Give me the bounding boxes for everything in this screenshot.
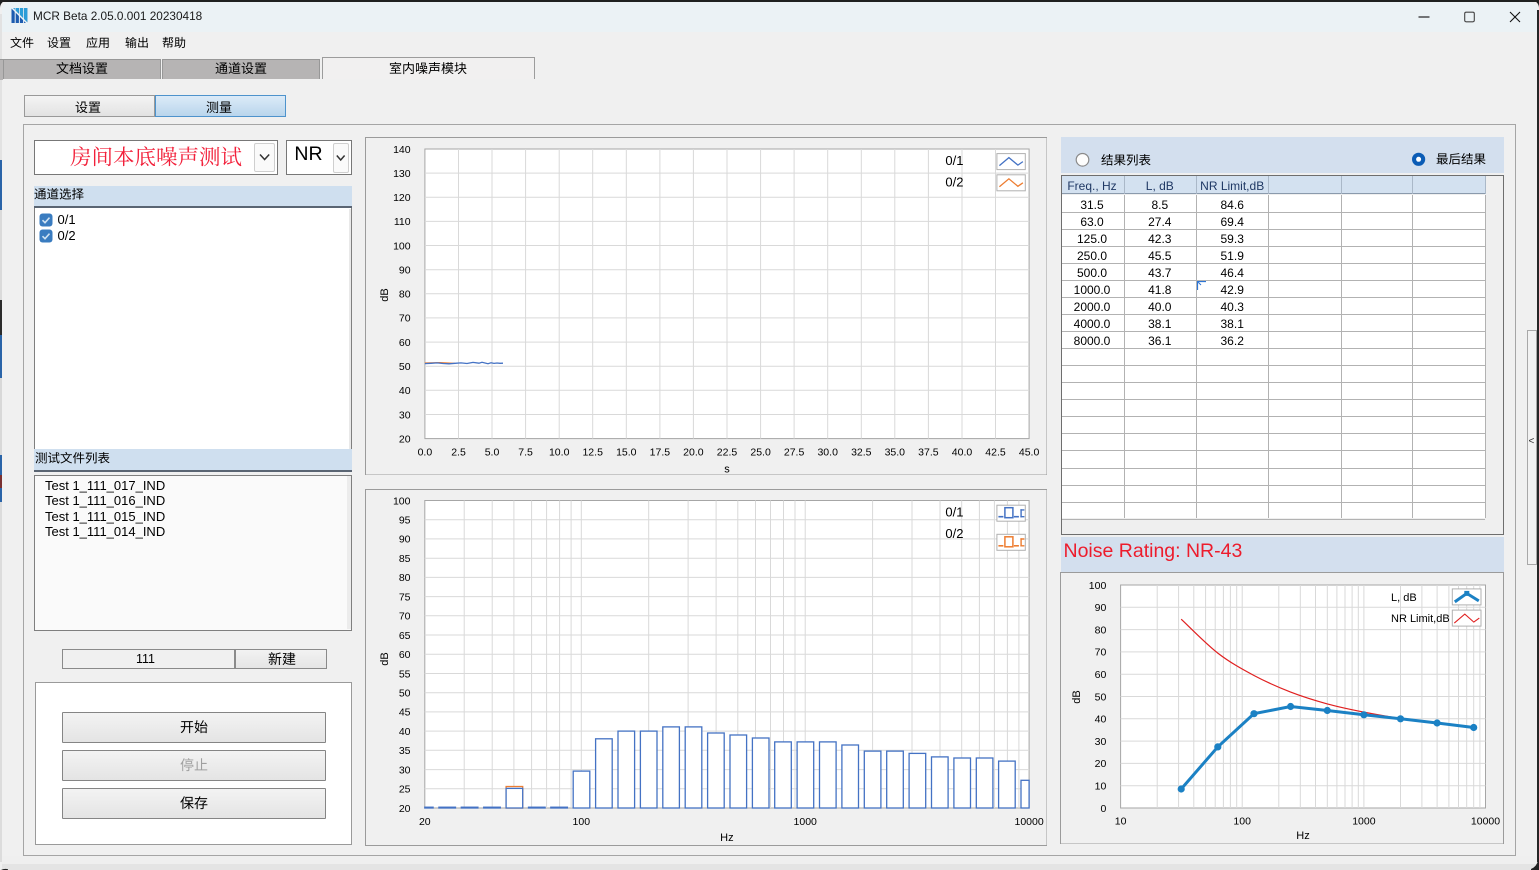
svg-text:30: 30 xyxy=(398,764,410,776)
svg-text:35.0: 35.0 xyxy=(884,446,905,458)
svg-text:0.0: 0.0 xyxy=(417,446,432,458)
svg-text:32.5: 32.5 xyxy=(851,446,872,458)
svg-text:5.0: 5.0 xyxy=(484,446,499,458)
svg-text:27.5: 27.5 xyxy=(783,446,804,458)
svg-text:100: 100 xyxy=(1089,579,1107,591)
svg-text:10.0: 10.0 xyxy=(548,446,569,458)
svg-text:0/1: 0/1 xyxy=(945,153,963,168)
svg-text:7.5: 7.5 xyxy=(518,446,533,458)
svg-text:25: 25 xyxy=(398,783,410,795)
svg-text:0: 0 xyxy=(1100,802,1106,814)
svg-text:100: 100 xyxy=(393,240,411,252)
svg-text:10: 10 xyxy=(1115,815,1127,827)
svg-text:95: 95 xyxy=(398,514,410,526)
svg-text:NR Limit,dB: NR Limit,dB xyxy=(1391,613,1450,625)
svg-text:50: 50 xyxy=(1095,691,1107,703)
svg-text:30.0: 30.0 xyxy=(817,446,838,458)
svg-text:60: 60 xyxy=(398,649,410,661)
svg-text:12.5: 12.5 xyxy=(582,446,603,458)
svg-text:17.5: 17.5 xyxy=(649,446,670,458)
svg-text:0/2: 0/2 xyxy=(945,175,963,190)
svg-text:10: 10 xyxy=(1095,780,1107,792)
svg-text:90: 90 xyxy=(1095,602,1107,614)
svg-text:100: 100 xyxy=(1233,815,1251,827)
svg-text:40.0: 40.0 xyxy=(951,446,972,458)
svg-text:40: 40 xyxy=(1095,713,1107,725)
svg-text:60: 60 xyxy=(398,337,410,349)
svg-text:50: 50 xyxy=(398,361,410,373)
svg-text:70: 70 xyxy=(398,313,410,325)
svg-text:50: 50 xyxy=(398,687,410,699)
svg-text:30: 30 xyxy=(1095,735,1107,747)
svg-text:20: 20 xyxy=(398,802,410,814)
svg-text:10000: 10000 xyxy=(1014,815,1043,827)
svg-text:70: 70 xyxy=(398,610,410,622)
svg-text:30: 30 xyxy=(398,409,410,421)
svg-text:90: 90 xyxy=(398,533,410,545)
svg-text:22.5: 22.5 xyxy=(716,446,737,458)
svg-text:65: 65 xyxy=(398,629,410,641)
svg-text:75: 75 xyxy=(398,591,410,603)
svg-text:s: s xyxy=(724,464,730,475)
svg-text:10000: 10000 xyxy=(1471,815,1500,827)
svg-text:55: 55 xyxy=(398,668,410,680)
svg-text:60: 60 xyxy=(1095,669,1107,681)
svg-text:2.5: 2.5 xyxy=(451,446,466,458)
svg-text:15.0: 15.0 xyxy=(616,446,637,458)
svg-text:0/2: 0/2 xyxy=(945,526,963,541)
svg-text:40: 40 xyxy=(398,385,410,397)
svg-text:90: 90 xyxy=(398,265,410,277)
svg-text:Hz: Hz xyxy=(1296,830,1309,842)
svg-text:42.5: 42.5 xyxy=(985,446,1006,458)
svg-text:20: 20 xyxy=(398,433,410,445)
svg-text:45.0: 45.0 xyxy=(1018,446,1039,458)
svg-text:dB: dB xyxy=(1071,690,1083,703)
svg-text:Hz: Hz xyxy=(720,832,733,844)
svg-text:120: 120 xyxy=(393,192,411,204)
svg-text:80: 80 xyxy=(398,572,410,584)
svg-text:85: 85 xyxy=(398,553,410,565)
svg-text:130: 130 xyxy=(393,168,411,180)
svg-text:100: 100 xyxy=(392,495,410,507)
svg-text:20.0: 20.0 xyxy=(683,446,704,458)
svg-text:1000: 1000 xyxy=(1352,815,1376,827)
svg-text:35: 35 xyxy=(398,745,410,757)
svg-text:25.0: 25.0 xyxy=(750,446,771,458)
svg-text:40: 40 xyxy=(398,725,410,737)
svg-text:140: 140 xyxy=(393,144,411,156)
svg-text:70: 70 xyxy=(1095,646,1107,658)
svg-text:100: 100 xyxy=(572,815,590,827)
svg-text:45: 45 xyxy=(398,706,410,718)
svg-text:dB: dB xyxy=(379,652,391,665)
svg-text:1000: 1000 xyxy=(793,815,817,827)
svg-text:L, dB: L, dB xyxy=(1391,592,1417,604)
svg-text:80: 80 xyxy=(398,289,410,301)
svg-text:110: 110 xyxy=(393,216,410,228)
svg-text:37.5: 37.5 xyxy=(918,446,939,458)
svg-text:dB: dB xyxy=(379,288,391,301)
svg-text:20: 20 xyxy=(418,815,430,827)
svg-text:20: 20 xyxy=(1095,758,1107,770)
svg-text:0/1: 0/1 xyxy=(945,504,963,519)
svg-text:80: 80 xyxy=(1095,624,1107,636)
